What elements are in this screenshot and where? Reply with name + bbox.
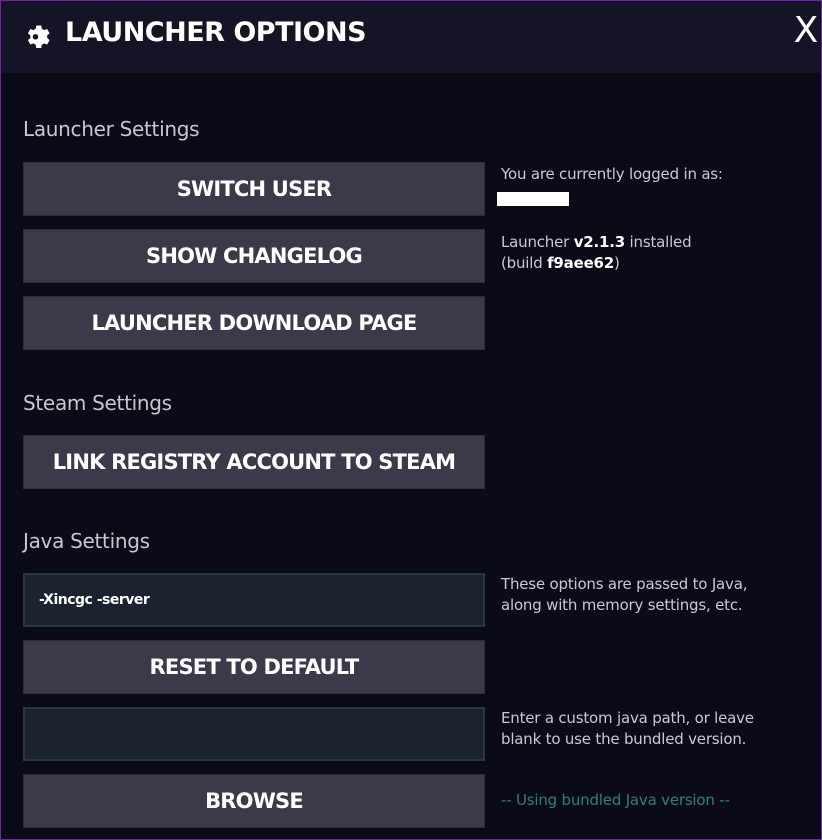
link-registry-to-steam-button[interactable]: LINK REGISTRY ACCOUNT TO STEAM [23,435,485,489]
version-info: Launcher v2.1.3 installed (build f9aee62… [501,233,692,272]
gear-icon [27,25,50,48]
bundled-java-status: -- Using bundled Java version -- [501,791,730,809]
close-button[interactable]: X [789,11,822,51]
steam-settings-heading: Steam Settings [23,391,172,415]
switch-user-button[interactable]: SWITCH USER [23,162,485,216]
java-options-input[interactable]: -Xincgc -server [23,573,485,627]
window-title: LAUNCHER OPTIONS [65,17,367,48]
launcher-options-window: LAUNCHER OPTIONS X Launcher Settings SWI… [0,0,822,840]
reset-to-default-button[interactable]: RESET TO DEFAULT [23,640,485,694]
launcher-download-page-button[interactable]: LAUNCHER DOWNLOAD PAGE [23,296,485,350]
version-number: v2.1.3 [573,233,625,251]
java-options-note: These options are passed to Java, along … [501,575,748,614]
java-path-input[interactable] [23,707,485,761]
launcher-settings-heading: Launcher Settings [23,117,200,141]
build-hash: f9aee62 [547,254,615,272]
java-settings-heading: Java Settings [23,529,150,553]
redacted-username [497,192,569,206]
logged-in-text: You are currently logged in as: [501,165,723,183]
browse-button[interactable]: BROWSE [23,774,485,828]
title-bar: LAUNCHER OPTIONS X [1,1,821,73]
show-changelog-button[interactable]: SHOW CHANGELOG [23,229,485,283]
java-path-note: Enter a custom java path, or leave blank… [501,709,754,748]
